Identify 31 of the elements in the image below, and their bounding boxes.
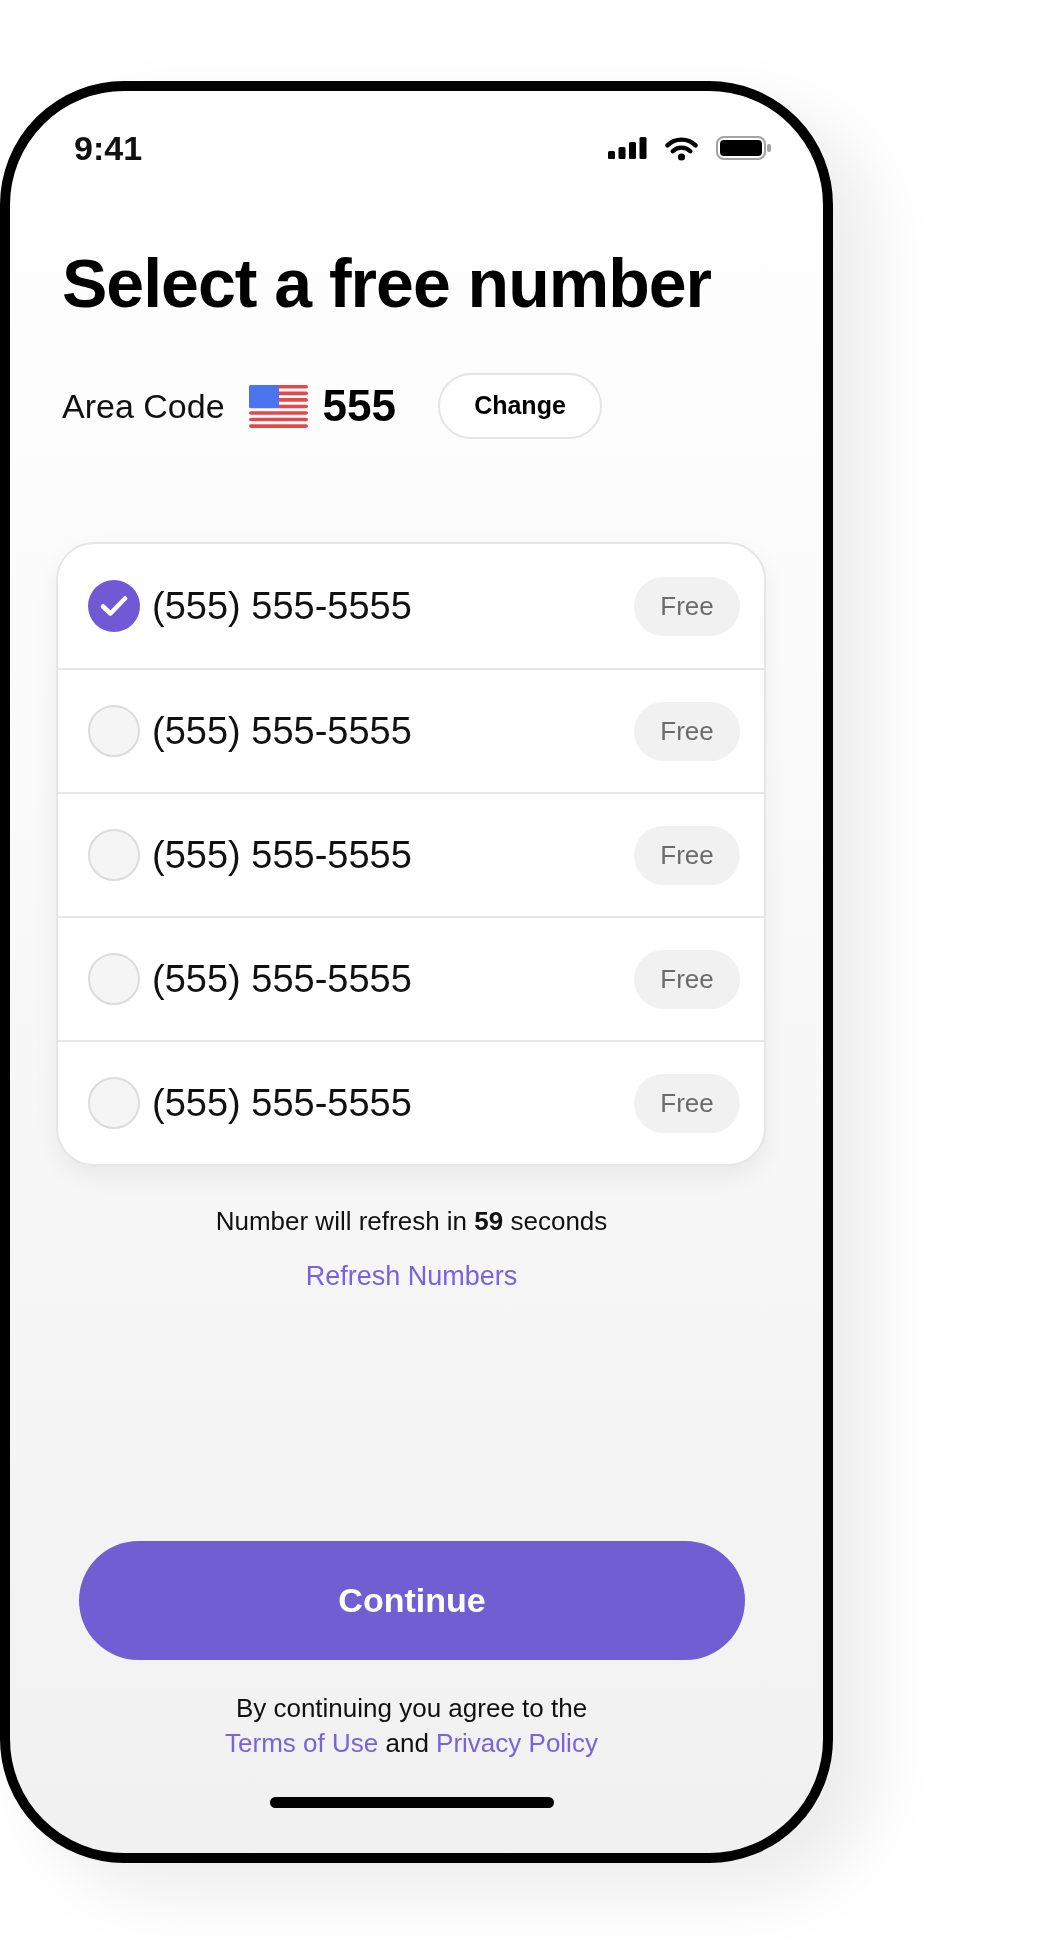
refresh-countdown-text: Number will refresh in 59 seconds xyxy=(215,1205,608,1237)
free-badge: Free xyxy=(634,825,740,885)
free-badge: Free xyxy=(634,949,740,1009)
phone-number: (555) 555-5555 xyxy=(152,957,412,1001)
page-title: Select a free number xyxy=(62,245,711,321)
check-icon xyxy=(100,595,128,617)
radio-button[interactable] xyxy=(88,953,140,1005)
area-code-value: 555 xyxy=(322,382,396,430)
signal-icon xyxy=(608,137,647,159)
wifi-icon xyxy=(663,135,700,161)
status-time: 9:41 xyxy=(74,131,143,165)
free-badge: Free xyxy=(634,701,740,761)
change-button[interactable]: Change xyxy=(437,373,602,439)
refresh-link[interactable]: Refresh Numbers xyxy=(305,1259,518,1293)
free-badge: Free xyxy=(634,576,740,636)
legal-text: By continuing you agree to the Terms of Use and Privacy Policy xyxy=(224,1692,599,1760)
battery-icon xyxy=(716,136,772,160)
phone-number: (555) 555-5555 xyxy=(152,833,412,877)
radio-button[interactable] xyxy=(88,1077,140,1129)
continue-button[interactable]: Continue xyxy=(79,1541,745,1660)
phone-number: (555) 555-5555 xyxy=(152,709,412,753)
free-badge: Free xyxy=(634,1073,740,1133)
text-link[interactable]: Privacy Policy xyxy=(436,1728,598,1758)
text-link[interactable]: Terms of Use xyxy=(225,1728,379,1758)
flag-icon xyxy=(248,384,308,428)
phone-number: (555) 555-5555 xyxy=(152,1081,412,1125)
phone-number: (555) 555-5555 xyxy=(152,584,412,628)
radio-button[interactable] xyxy=(88,829,140,881)
area-code-label: Area Code xyxy=(62,386,225,426)
radio-button[interactable] xyxy=(88,580,140,632)
radio-button[interactable] xyxy=(88,705,140,757)
